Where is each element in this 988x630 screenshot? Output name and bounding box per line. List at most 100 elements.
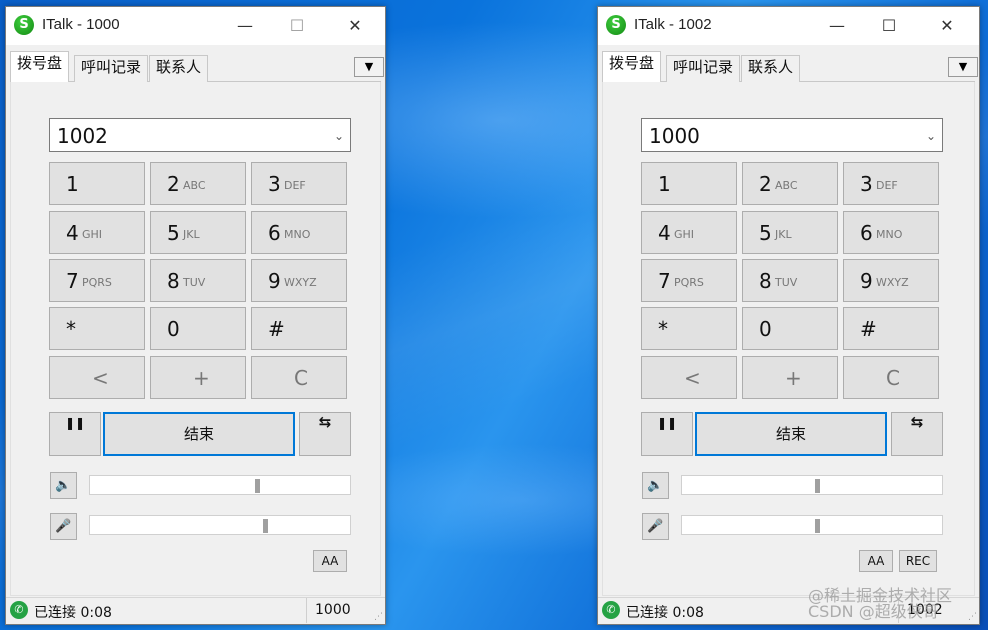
dial-key-digit: 3	[268, 172, 281, 196]
transfer-button[interactable]: ⇆	[891, 412, 943, 456]
dial-key[interactable]: 2 ABC	[150, 162, 246, 205]
dial-key[interactable]: 0	[150, 307, 246, 350]
plus-key[interactable]: +	[742, 356, 838, 399]
microphone-volume-slider[interactable]	[681, 515, 943, 535]
dial-key[interactable]: 7 PQRS	[49, 259, 145, 302]
minimize-icon[interactable]: —	[222, 7, 268, 45]
plus-key-label: +	[785, 366, 802, 390]
speaker-icon[interactable]: 🔈	[50, 472, 77, 499]
dial-key[interactable]: 1	[641, 162, 737, 205]
chevron-down-icon[interactable]: ⌄	[334, 119, 344, 153]
dial-key-digit: 0	[167, 317, 180, 341]
mic-slider-thumb[interactable]	[815, 519, 820, 533]
window-title: ITalk - 1002	[634, 16, 712, 33]
minimize-icon[interactable]: —	[814, 7, 860, 45]
dial-key-digit: 5	[167, 221, 180, 245]
end-call-button[interactable]: 结束	[695, 412, 887, 456]
speaker-slider-thumb[interactable]	[255, 479, 260, 493]
end-call-button[interactable]: 结束	[103, 412, 295, 456]
dial-key[interactable]: 8 TUV	[150, 259, 246, 302]
aa-label: AA	[867, 554, 885, 568]
dial-key-digit: 4	[658, 221, 671, 245]
record-button[interactable]: REC	[899, 550, 937, 572]
backspace-key[interactable]: <	[641, 356, 737, 399]
close-icon[interactable]: ✕	[332, 7, 378, 45]
dial-key-digit: 0	[759, 317, 772, 341]
tab-call-log[interactable]: 呼叫记录	[74, 55, 149, 82]
rec-label: REC	[905, 554, 931, 568]
dial-key-letters: MNO	[284, 228, 311, 241]
dial-key[interactable]: 4 GHI	[49, 211, 145, 254]
clear-key[interactable]: C	[843, 356, 939, 399]
title-bar[interactable]: S ITalk - 1002 — ☐ ✕	[598, 7, 979, 45]
title-bar[interactable]: S ITalk - 1000 — ☐ ✕	[6, 7, 385, 45]
microphone-icon[interactable]: 🎤	[50, 513, 77, 540]
dial-key[interactable]: 3 DEF	[251, 162, 347, 205]
tab-dropdown-button[interactable]: ▼	[354, 57, 384, 77]
dial-key[interactable]: #	[843, 307, 939, 350]
dial-key[interactable]: 7 PQRS	[641, 259, 737, 302]
dial-key[interactable]: 5 JKL	[150, 211, 246, 254]
hold-button[interactable]: ❚❚	[641, 412, 693, 456]
chevron-down-icon[interactable]: ⌄	[926, 119, 936, 153]
hold-button[interactable]: ❚❚	[49, 412, 101, 456]
dial-key[interactable]: 0	[742, 307, 838, 350]
dial-key-letters: ABC	[775, 179, 798, 192]
dialpad-panel: 1000 ⌄ 1 2 ABC 3 DEF 4 GHI 5 JKL 6 MNO 7 PQRS 8 TUV 9 WXYZ…	[602, 82, 975, 596]
plus-key[interactable]: +	[150, 356, 246, 399]
close-icon[interactable]: ✕	[924, 7, 970, 45]
transfer-icon: ⇆	[910, 413, 924, 431]
dial-key[interactable]: 6 MNO	[251, 211, 347, 254]
number-combobox[interactable]: 1000 ⌄	[641, 118, 943, 152]
dial-key-digit: #	[268, 317, 285, 341]
dial-key[interactable]: *	[49, 307, 145, 350]
end-call-label: 结束	[775, 425, 806, 443]
dial-key[interactable]: #	[251, 307, 347, 350]
microphone-icon[interactable]: 🎤	[642, 513, 669, 540]
dial-key-letters: GHI	[674, 228, 695, 241]
speaker-slider-thumb[interactable]	[815, 479, 820, 493]
dial-key[interactable]: 9 WXYZ	[251, 259, 347, 302]
tab-dialpad[interactable]: 拨号盘	[10, 51, 70, 82]
call-status-text: 已连接 0:08	[626, 605, 704, 621]
dial-key-digit: 9	[860, 269, 873, 293]
pause-icon: ❚❚	[656, 416, 678, 430]
tab-contacts[interactable]: 联系人	[149, 55, 209, 82]
clear-key[interactable]: C	[251, 356, 347, 399]
dial-key[interactable]: 1	[49, 162, 145, 205]
dial-key[interactable]: *	[641, 307, 737, 350]
dial-key[interactable]: 5 JKL	[742, 211, 838, 254]
dial-key[interactable]: 3 DEF	[843, 162, 939, 205]
dial-key[interactable]: 6 MNO	[843, 211, 939, 254]
resize-grip-icon[interactable]: ⋰	[374, 612, 383, 622]
speaker-icon[interactable]: 🔈	[642, 472, 669, 499]
number-combobox[interactable]: 1002 ⌄	[49, 118, 351, 152]
mic-slider-thumb[interactable]	[263, 519, 268, 533]
microphone-volume-slider[interactable]	[89, 515, 351, 535]
dial-key-digit: *	[658, 317, 668, 341]
dial-key[interactable]: 2 ABC	[742, 162, 838, 205]
transfer-button[interactable]: ⇆	[299, 412, 351, 456]
dial-key[interactable]: 4 GHI	[641, 211, 737, 254]
tab-call-log[interactable]: 呼叫记录	[666, 55, 741, 82]
dial-key[interactable]: 9 WXYZ	[843, 259, 939, 302]
dial-key-digit: 5	[759, 221, 772, 245]
aa-button[interactable]: AA	[313, 550, 347, 572]
dial-key[interactable]: 8 TUV	[742, 259, 838, 302]
aa-button[interactable]: AA	[859, 550, 893, 572]
resize-grip-icon[interactable]: ⋰	[968, 612, 977, 622]
maximize-icon[interactable]: ☐	[274, 7, 320, 45]
speaker-volume-slider[interactable]	[681, 475, 943, 495]
dial-key-letters: DEF	[284, 179, 306, 192]
watermark-line-2: CSDN @超级侠哥	[808, 602, 939, 621]
maximize-icon[interactable]: ☐	[866, 7, 912, 45]
backspace-key[interactable]: <	[49, 356, 145, 399]
tab-dropdown-button[interactable]: ▼	[948, 57, 978, 77]
tab-contacts[interactable]: 联系人	[741, 55, 801, 82]
dial-key-letters: ABC	[183, 179, 206, 192]
speaker-volume-slider[interactable]	[89, 475, 351, 495]
tab-dialpad[interactable]: 拨号盘	[602, 51, 662, 82]
dial-key-letters: TUV	[183, 276, 206, 289]
extension-number: 1000	[306, 598, 359, 623]
pause-icon: ❚❚	[64, 416, 86, 430]
